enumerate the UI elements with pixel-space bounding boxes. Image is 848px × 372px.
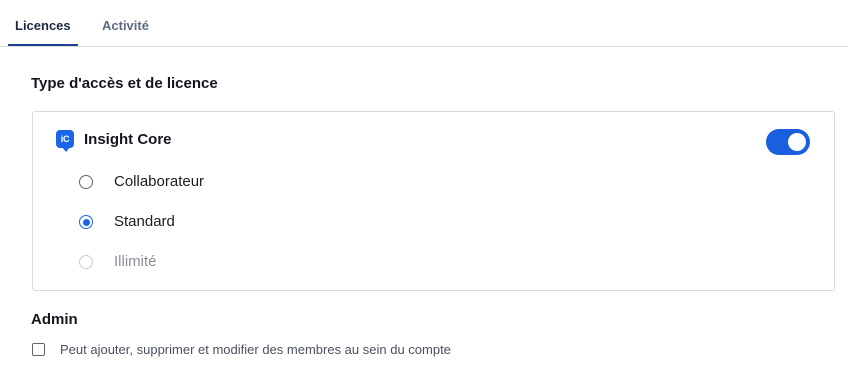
tab-licences[interactable]: Licences [15,18,71,33]
toggle-knob [788,133,806,151]
admin-permission-label: Peut ajouter, supprimer et modifier des … [60,342,451,357]
tab-activite[interactable]: Activité [102,18,149,33]
radio-button[interactable] [79,215,93,229]
radio-label: Illimité [114,253,157,270]
active-tab-indicator [8,44,78,46]
product-enable-toggle[interactable] [766,129,810,155]
radio-button [79,255,93,269]
admin-permission-checkbox[interactable] [32,343,45,356]
radio-button[interactable] [79,175,93,189]
admin-section-title: Admin [31,311,78,328]
radio-label: Collaborateur [114,173,205,190]
access-section-title: Type d'accès et de licence [31,75,218,92]
radio-label: Standard [114,213,175,230]
tab-bar: Licences Activité [0,0,848,47]
product-license-card: iC Insight Core Collaborateur Standard I… [32,111,835,291]
product-name: Insight Core [84,131,172,148]
insight-core-logo-icon: iC [56,130,74,152]
